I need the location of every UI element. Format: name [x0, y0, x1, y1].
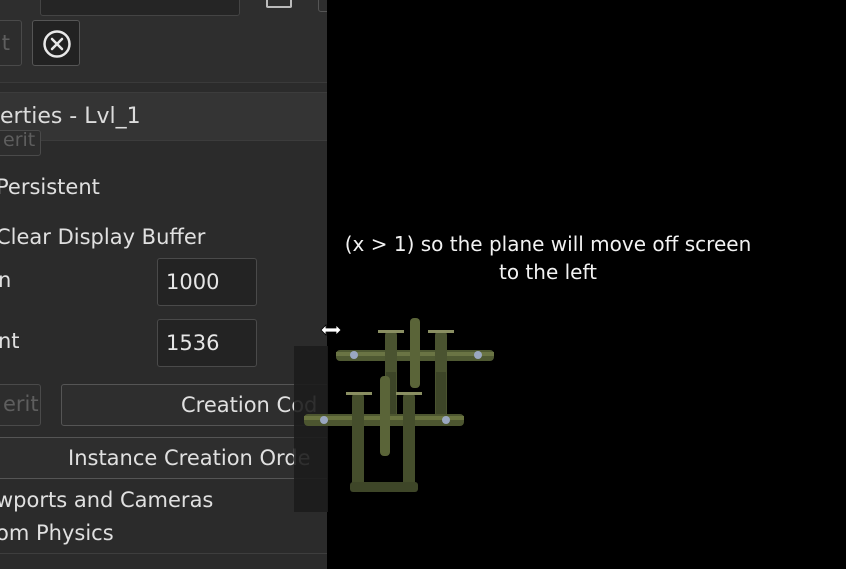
game-caption: (x > 1) so the plane will move off scree… — [330, 230, 766, 286]
toolbar-button-partial[interactable] — [318, 0, 327, 12]
width-label: n — [0, 268, 12, 292]
viewports-and-cameras-label[interactable]: wports and Cameras — [0, 488, 213, 512]
inherit-button-label: t — [1, 31, 10, 55]
instance-creation-order-button[interactable]: Instance Creation Orde — [0, 437, 327, 479]
inherit-code-button[interactable]: erit — [0, 384, 41, 426]
window-icon[interactable] — [266, 0, 292, 8]
height-input[interactable]: 1536 — [157, 319, 257, 367]
fighter-plane-sprite — [304, 318, 494, 492]
room-properties-panel: t erties - Lvl_1 erit Persistent Clear D… — [0, 0, 327, 569]
close-button[interactable] — [32, 20, 80, 66]
room-properties-title: erties - Lvl_1 — [0, 104, 141, 129]
width-input[interactable]: 1000 — [157, 258, 257, 306]
toolbar-strip: t — [0, 0, 327, 83]
caption-line-1: (x > 1) so the plane will move off scree… — [344, 232, 752, 256]
height-label: nt — [0, 329, 20, 353]
clear-display-buffer-label: Clear Display Buffer — [0, 225, 206, 249]
persistent-label: Persistent — [0, 175, 100, 199]
inherit-button-partial[interactable]: erit — [0, 130, 41, 156]
room-properties-header[interactable]: erties - Lvl_1 — [0, 92, 327, 141]
room-physics-label[interactable]: om Physics — [0, 521, 114, 545]
inherit-button[interactable]: t — [0, 20, 22, 66]
close-circle-icon — [43, 30, 71, 58]
name-field[interactable] — [40, 0, 240, 16]
caption-line-2: to the left — [498, 260, 597, 284]
creation-code-button[interactable]: Creation Cod — [61, 384, 327, 426]
panel-divider — [0, 553, 327, 554]
